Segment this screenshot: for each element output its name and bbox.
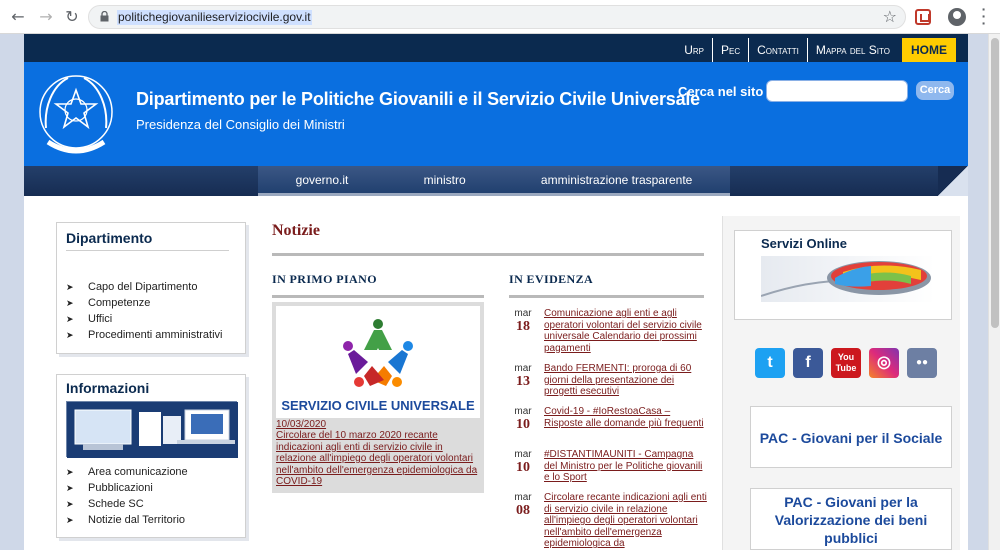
- news-day: 10: [516, 460, 530, 475]
- list-item[interactable]: ➤ Notizie dal Territorio: [66, 513, 188, 529]
- top-links: Urp Pec Contatti Mappa del Sito HOME: [676, 38, 956, 62]
- in-evidenza-heading: IN EVIDENZA: [509, 272, 594, 286]
- star-people-logo-icon: [343, 319, 413, 387]
- computer-mouse-image: [761, 256, 935, 302]
- search-input[interactable]: [766, 80, 908, 102]
- url-text: politichegiovanilieserviziocivile.gov.it: [117, 10, 312, 25]
- arrow-icon: ➤: [66, 484, 74, 494]
- primo-piano-heading: IN PRIMO PIANO: [272, 272, 377, 286]
- list-item[interactable]: ➤ Capo del Dipartimento: [66, 280, 222, 296]
- nav-link-governo[interactable]: governo.it: [296, 173, 349, 187]
- news-day: 10: [516, 417, 530, 432]
- news-month: mar: [514, 406, 532, 417]
- page-background: Urp Pec Contatti Mappa del Sito HOME Dip…: [0, 34, 988, 550]
- page-scrollbar[interactable]: [988, 34, 1000, 550]
- list-item[interactable]: ➤ Pubblicazioni: [66, 481, 188, 497]
- divider: [272, 253, 704, 256]
- back-icon[interactable]: ←: [8, 7, 28, 27]
- browser-toolbar: ← → ↻ politichegiovanilieserviziocivile.…: [0, 0, 1000, 34]
- list-item[interactable]: ➤ Uffici: [66, 312, 222, 328]
- news-month: mar: [514, 363, 532, 374]
- instagram-icon[interactable]: ◎: [869, 348, 899, 378]
- list-item[interactable]: ➤ Area comunicazione: [66, 465, 188, 481]
- divider: [272, 295, 484, 298]
- twitter-icon[interactable]: t: [755, 348, 785, 378]
- top-link-mappa[interactable]: Mappa del Sito: [806, 38, 898, 62]
- news-link[interactable]: Comunicazione agli enti e agli operatori…: [544, 308, 708, 354]
- arrow-icon: ➤: [66, 468, 74, 478]
- top-link-urp[interactable]: Urp: [676, 38, 712, 62]
- primo-piano-card: SERVIZIO CIVILE UNIVERSALE 10/03/2020 Ci…: [272, 302, 484, 493]
- lock-icon: [100, 11, 109, 22]
- news-month: mar: [514, 492, 532, 503]
- profile-avatar-icon[interactable]: [948, 8, 966, 26]
- forward-icon[interactable]: →: [36, 7, 56, 27]
- communication-area-image[interactable]: [66, 401, 238, 458]
- arrow-icon: ➤: [66, 315, 74, 325]
- divider: [509, 295, 704, 298]
- nav-link-ministro[interactable]: ministro: [424, 173, 466, 187]
- pac-giovani-beni-pubblici-banner[interactable]: PAC - Giovani per la Valorizzazione dei …: [750, 488, 952, 550]
- primo-piano-date[interactable]: 10/03/2020: [276, 419, 326, 430]
- top-link-pec[interactable]: Pec: [712, 38, 748, 62]
- republic-emblem-icon[interactable]: [34, 68, 118, 160]
- main-navigation: governo.it ministro amministrazione tras…: [24, 166, 968, 196]
- flickr-icon[interactable]: ●●: [907, 348, 937, 378]
- department-title[interactable]: Dipartimento per le Politiche Giovanili …: [136, 89, 700, 110]
- informazioni-title: Informazioni: [66, 380, 150, 396]
- servizi-online-title: Servizi Online: [761, 236, 847, 251]
- arrow-icon: ➤: [66, 299, 74, 309]
- extension-icon[interactable]: [915, 9, 931, 25]
- informazioni-list: ➤ Area comunicazione ➤ Pubblicazioni ➤ Sche…: [66, 465, 188, 529]
- nav-ribbon: governo.it ministro amministrazione tras…: [258, 166, 730, 196]
- nav-link-amministrazione[interactable]: amministrazione trasparente: [541, 173, 692, 187]
- search-label: Cerca nel sito: [678, 84, 764, 99]
- news-month: mar: [514, 308, 532, 319]
- dipartimento-title: Dipartimento: [66, 230, 153, 246]
- site-header: Dipartimento per le Politiche Giovanili …: [24, 62, 968, 166]
- news-link[interactable]: Covid-19 - #IoRestoaCasa – Risposte alle…: [544, 406, 708, 429]
- list-item[interactable]: ➤ Competenze: [66, 296, 222, 312]
- logo-caption: SERVIZIO CIVILE UNIVERSALE: [281, 398, 475, 413]
- primo-piano-link[interactable]: Circolare del 10 marzo 2020 recante indi…: [276, 430, 482, 488]
- scrollbar-thumb[interactable]: [991, 38, 999, 328]
- page-curl-decoration: [938, 166, 968, 196]
- arrow-icon: ➤: [66, 500, 74, 510]
- bookmark-star-icon[interactable]: ☆: [883, 7, 897, 26]
- youtube-icon[interactable]: You Tube: [831, 348, 861, 378]
- notizie-heading: Notizie: [272, 222, 320, 239]
- arrow-icon: ➤: [66, 331, 74, 341]
- site-container: Urp Pec Contatti Mappa del Sito HOME Dip…: [24, 34, 968, 550]
- dipartimento-list: ➤ Capo del Dipartimento ➤ Competenze ➤ Uffi…: [66, 280, 222, 344]
- browser-menu-icon[interactable]: · · ·: [978, 2, 990, 30]
- list-item[interactable]: ➤ Procedimenti amministrativi: [66, 328, 222, 344]
- news-day: 18: [516, 319, 530, 334]
- department-subtitle: Presidenza del Consiglio dei Ministri: [136, 117, 345, 132]
- facebook-icon[interactable]: f: [793, 348, 823, 378]
- informazioni-box: Informazioni ➤ Area comunicazione ➤ Pubbli…: [56, 374, 246, 538]
- pac-giovani-sociale-banner[interactable]: PAC - Giovani per il Sociale: [750, 406, 952, 468]
- arrow-icon: ➤: [66, 283, 74, 293]
- home-button[interactable]: HOME: [902, 38, 956, 62]
- search-button[interactable]: Cerca: [916, 81, 954, 100]
- top-link-contatti[interactable]: Contatti: [748, 38, 807, 62]
- news-link[interactable]: #DISTANTIMAUNITI - Campagna del Ministro…: [544, 449, 708, 484]
- arrow-icon: ➤: [66, 516, 74, 526]
- news-link[interactable]: Circolare recante indicazioni agli enti …: [544, 492, 708, 550]
- dipartimento-box: Dipartimento ➤ Capo del Dipartimento ➤ Com…: [56, 222, 246, 354]
- news-day: 13: [516, 374, 530, 389]
- address-bar[interactable]: politichegiovanilieserviziocivile.gov.it…: [88, 5, 906, 29]
- top-utility-bar: Urp Pec Contatti Mappa del Sito HOME: [24, 34, 968, 62]
- list-item[interactable]: ➤ Schede SC: [66, 497, 188, 513]
- news-month: mar: [514, 449, 532, 460]
- news-day: 08: [516, 503, 530, 518]
- reload-icon[interactable]: ↻: [62, 7, 82, 27]
- servizi-online-box[interactable]: Servizi Online: [734, 230, 952, 320]
- servizio-civile-logo[interactable]: SERVIZIO CIVILE UNIVERSALE: [276, 306, 480, 418]
- news-link[interactable]: Bando FERMENTI: proroga di 60 giorni del…: [544, 363, 708, 398]
